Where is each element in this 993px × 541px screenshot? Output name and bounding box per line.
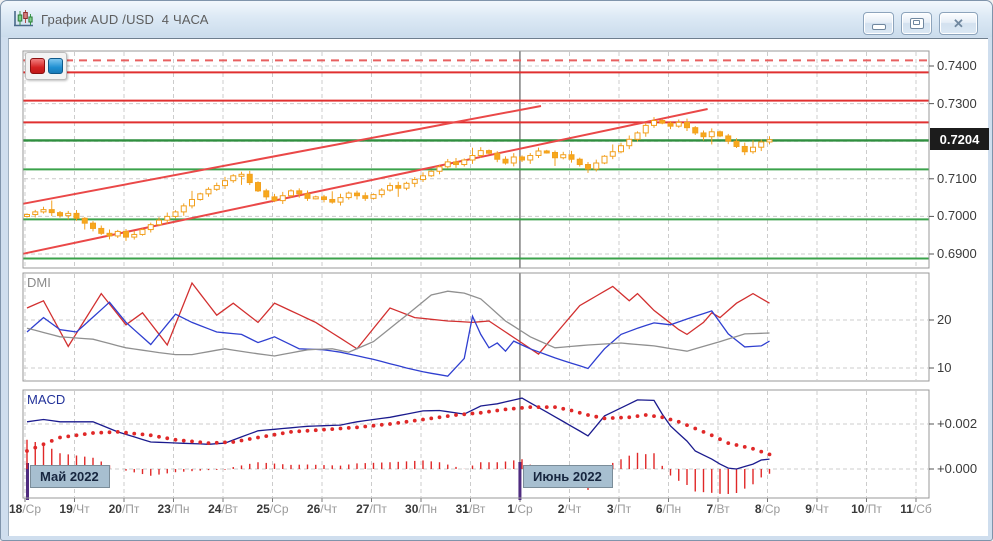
date-tick-label: 11/Сб [891,502,941,516]
price-tick-label: 0.6900 [937,246,991,261]
date-tick-label: 3/Пт [594,502,644,516]
date-tick-label: 27/Пт [347,502,397,516]
date-tick-label: 25/Ср [248,502,298,516]
dmi-tick-label: 20 [937,312,991,327]
red-series-button[interactable] [30,58,45,74]
price-tick-label: 0.7300 [937,96,991,111]
month-label-may: Май 2022 [30,465,110,488]
date-tick-label: 10/Пт [842,502,892,516]
date-tick-label: 1/Ср [495,502,545,516]
chart-canvas [1,1,993,541]
date-tick-label: 2/Чт [545,502,595,516]
dmi-tick-label: 10 [937,360,991,375]
date-tick-label: 23/Пн [149,502,199,516]
date-tick-label: 30/Пн [396,502,446,516]
current-price-badge: 0.7204 [930,128,989,150]
date-tick-label: 18/Ср [0,502,50,516]
macd-pane-label: MACD [27,392,65,407]
dmi-pane-label: DMI [27,275,51,290]
blue-series-button[interactable] [48,58,63,74]
price-tick-label: 0.7000 [937,208,991,223]
month-label-june: Июнь 2022 [523,465,613,488]
price-tick-label: 0.7100 [937,171,991,186]
date-tick-label: 19/Чт [50,502,100,516]
chart-window: График AUD /USD 4 ЧАСА ✕ DMI MACD 0.7204… [0,0,993,541]
macd-tick-label: +0.000 [937,461,991,476]
date-tick-label: 6/Пн [644,502,694,516]
date-tick-label: 8/Ср [743,502,793,516]
date-tick-label: 7/Вт [693,502,743,516]
series-legend [25,52,67,80]
date-tick-label: 26/Чт [297,502,347,516]
macd-tick-label: +0.002 [937,416,991,431]
date-tick-label: 31/Вт [446,502,496,516]
price-tick-label: 0.7400 [937,58,991,73]
date-tick-label: 20/Пт [99,502,149,516]
date-tick-label: 9/Чт [792,502,842,516]
date-tick-label: 24/Вт [198,502,248,516]
